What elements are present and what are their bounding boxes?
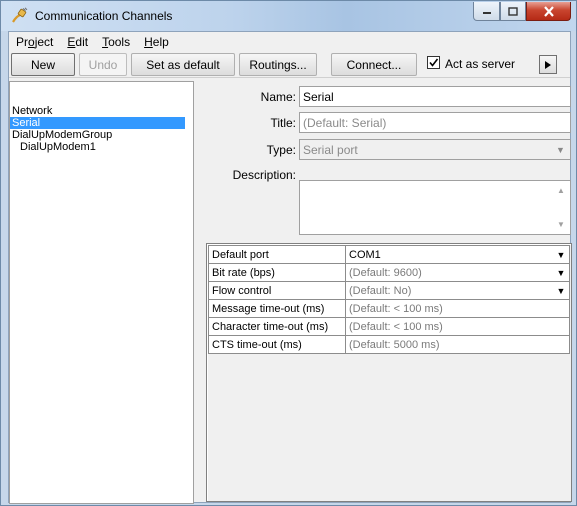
undo-button[interactable]: Undo bbox=[79, 53, 127, 76]
menu-project-label: Project bbox=[16, 35, 54, 49]
property-key: Bit rate (bps) bbox=[208, 263, 346, 282]
maximize-button[interactable] bbox=[500, 2, 526, 21]
property-value[interactable]: COM1 ▼ bbox=[345, 245, 570, 264]
tree-item-dialupmodem1[interactable]: DialUpModem1 bbox=[10, 141, 193, 153]
title-label-text: Title: bbox=[270, 116, 296, 130]
close-icon bbox=[543, 5, 554, 17]
table-row[interactable]: Default port COM1 ▼ bbox=[208, 245, 570, 264]
property-key: Character time-out (ms) bbox=[208, 317, 346, 336]
description-label: Description: bbox=[199, 168, 296, 182]
chevron-down-icon[interactable]: ▼ bbox=[553, 246, 569, 263]
checkmark-icon bbox=[429, 58, 439, 67]
triangle-right-icon bbox=[545, 60, 551, 69]
caption-buttons bbox=[473, 2, 571, 21]
channel-tree[interactable]: Network Serial DialUpModemGroup DialUpMo… bbox=[9, 81, 194, 504]
property-value[interactable]: (Default: < 100 ms) bbox=[345, 317, 570, 336]
description-label-text: Description: bbox=[232, 168, 296, 182]
type-value: Serial port bbox=[303, 143, 358, 157]
property-value-text: (Default: No) bbox=[349, 284, 412, 297]
table-row[interactable]: CTS time-out (ms) (Default: 5000 ms) bbox=[208, 335, 570, 354]
property-value[interactable]: (Default: 5000 ms) bbox=[345, 335, 570, 354]
menu-tools-label: Tools bbox=[102, 35, 131, 49]
chevron-down-icon[interactable]: ▼ bbox=[553, 264, 569, 281]
type-label: Type: bbox=[199, 143, 296, 157]
title-label: Title: bbox=[199, 116, 296, 130]
chevron-down-icon[interactable]: ▼ bbox=[553, 282, 569, 299]
minimize-button[interactable] bbox=[473, 2, 500, 21]
tree-item-dialupmodemgroup[interactable]: DialUpModemGroup bbox=[10, 129, 193, 141]
routings-button[interactable]: Routings... bbox=[239, 53, 317, 76]
table-row[interactable]: Character time-out (ms) (Default: < 100 … bbox=[208, 317, 570, 336]
set-as-default-button[interactable]: Set as default bbox=[131, 53, 235, 76]
minimize-icon bbox=[482, 12, 491, 14]
property-key: CTS time-out (ms) bbox=[208, 335, 346, 354]
property-value-text: (Default: 9600) bbox=[349, 266, 422, 279]
name-label-text: Name: bbox=[260, 90, 296, 104]
scroll-up-icon: ▲ bbox=[557, 186, 565, 195]
menu-edit-label: Edit bbox=[67, 35, 89, 49]
property-key: Flow control bbox=[208, 281, 346, 300]
property-value-text: (Default: < 100 ms) bbox=[349, 320, 443, 333]
app-plug-icon bbox=[12, 7, 28, 23]
client-area: Project Edit Tools Help New Undo Set as … bbox=[8, 31, 572, 504]
close-button[interactable] bbox=[526, 2, 571, 21]
type-label-text: Type: bbox=[266, 143, 296, 157]
menu-help[interactable]: Help bbox=[137, 32, 176, 52]
window-title: Communication Channels bbox=[35, 9, 173, 23]
maximize-icon bbox=[508, 6, 518, 16]
table-row[interactable]: Flow control (Default: No) ▼ bbox=[208, 281, 570, 300]
new-button[interactable]: New bbox=[11, 53, 75, 76]
table-row[interactable]: Message time-out (ms) (Default: < 100 ms… bbox=[208, 299, 570, 318]
connect-button[interactable]: Connect... bbox=[331, 53, 417, 76]
chevron-down-icon: ▼ bbox=[556, 144, 565, 155]
property-grid: Default port COM1 ▼ Bit rate (bps) (Defau… bbox=[206, 243, 572, 502]
property-value-text: COM1 bbox=[349, 248, 381, 261]
title-bar[interactable]: Communication Channels bbox=[1, 1, 576, 31]
tree-item-network[interactable]: Network bbox=[10, 105, 193, 117]
property-value[interactable]: (Default: < 100 ms) bbox=[345, 299, 570, 318]
scroll-down-icon: ▼ bbox=[557, 220, 565, 229]
description-scrollbar[interactable]: ▲ ▼ bbox=[553, 181, 570, 234]
property-key: Message time-out (ms) bbox=[208, 299, 346, 318]
menu-edit[interactable]: Edit bbox=[60, 32, 95, 52]
act-as-server-checkbox[interactable] bbox=[427, 56, 440, 69]
tree-item-serial[interactable]: Serial bbox=[10, 117, 185, 129]
property-value[interactable]: (Default: 9600) ▼ bbox=[345, 263, 570, 282]
property-table: Default port COM1 ▼ Bit rate (bps) (Defau… bbox=[208, 245, 570, 354]
property-key: Default port bbox=[208, 245, 346, 264]
menu-bar: Project Edit Tools Help bbox=[9, 32, 570, 52]
menu-project[interactable]: Project bbox=[9, 32, 60, 52]
description-textarea[interactable]: ▲ ▼ bbox=[299, 180, 571, 235]
property-value[interactable]: (Default: No) ▼ bbox=[345, 281, 570, 300]
menu-tools[interactable]: Tools bbox=[95, 32, 137, 52]
name-label: Name: bbox=[199, 90, 296, 104]
name-input[interactable]: Serial bbox=[299, 86, 571, 107]
property-value-text: (Default: < 100 ms) bbox=[349, 302, 443, 315]
table-row[interactable]: Bit rate (bps) (Default: 9600) ▼ bbox=[208, 263, 570, 282]
property-value-text: (Default: 5000 ms) bbox=[349, 338, 440, 351]
type-combobox[interactable]: Serial port ▼ bbox=[299, 139, 571, 160]
toolbar: New Undo Set as default Routings... Conn… bbox=[9, 52, 570, 78]
channel-properties-panel: Name: Serial Title: (Default: Serial) Ty… bbox=[199, 81, 572, 504]
menu-help-label: Help bbox=[144, 35, 169, 49]
act-as-server-label[interactable]: Act as server bbox=[445, 57, 515, 71]
title-input[interactable]: (Default: Serial) bbox=[299, 112, 571, 133]
app-window: Communication Channels Project Edit Tool… bbox=[0, 0, 577, 506]
toolbar-scroll-right-button[interactable] bbox=[539, 55, 557, 74]
